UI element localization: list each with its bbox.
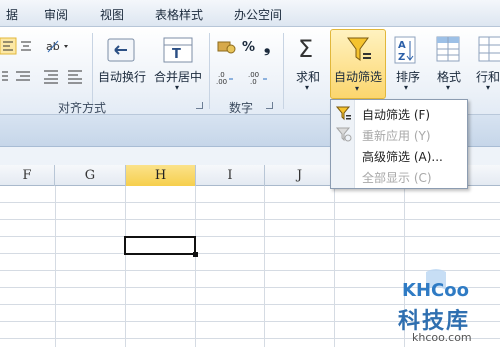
decimal-increase-decrease-icon[interactable]: .0 .00 .00 .0 bbox=[216, 69, 276, 87]
tab-office-space[interactable]: 办公空间 bbox=[234, 6, 282, 23]
tab-table-style[interactable]: 表格样式 bbox=[155, 6, 203, 23]
autofilter-button[interactable]: 自动筛选 ▾ bbox=[330, 29, 386, 99]
indent-decrease-increase-icon[interactable] bbox=[42, 69, 86, 85]
indent-icons[interactable] bbox=[0, 69, 34, 85]
format-dropdown-arrow[interactable]: ▾ bbox=[446, 83, 450, 92]
tab-review[interactable]: 审阅 bbox=[44, 6, 68, 23]
currency-icon[interactable] bbox=[216, 39, 238, 55]
sum-icon[interactable]: Σ bbox=[298, 35, 313, 63]
watermark-url: khcoo.com bbox=[412, 331, 472, 344]
tab-data[interactable]: 据 bbox=[6, 6, 18, 23]
column-header-G[interactable]: G bbox=[55, 165, 126, 186]
ribbon-tab-bar: 据 审阅 视图 表格样式 办公空间 bbox=[0, 0, 500, 27]
format-icon[interactable] bbox=[435, 35, 463, 65]
autofilter-label: 自动筛选 bbox=[334, 70, 383, 84]
menu-item-advanced-filter[interactable]: 高级筛选 (A)... bbox=[331, 146, 467, 165]
sort-dropdown-arrow[interactable]: ▾ bbox=[404, 83, 408, 92]
merge-center-icon[interactable]: T bbox=[163, 37, 193, 63]
menu-item-autofilter[interactable]: 自动筛选 (F) bbox=[331, 104, 467, 123]
fill-handle[interactable] bbox=[193, 252, 198, 257]
align-left-icon[interactable] bbox=[0, 37, 34, 55]
group-label-alignment: 对齐方式 bbox=[58, 101, 107, 115]
watermark-logo-text: KHCoo bbox=[402, 280, 469, 301]
percent-button[interactable]: % bbox=[242, 40, 255, 55]
comma-style-button[interactable]: ❟ bbox=[264, 37, 270, 57]
wrap-text-icon[interactable] bbox=[107, 38, 135, 62]
svg-text:.0: .0 bbox=[250, 78, 257, 86]
column-header-H[interactable]: H bbox=[126, 165, 196, 186]
rows-columns-dropdown-arrow[interactable]: ▾ bbox=[486, 83, 490, 92]
group-label-number: 数字 bbox=[229, 101, 254, 115]
autofilter-menu: 自动筛选 (F) 重新应用 (Y) 高级筛选 (A)... 全部显示 (C) bbox=[330, 99, 468, 189]
rows-columns-icon[interactable] bbox=[477, 35, 500, 65]
svg-text:T: T bbox=[172, 47, 181, 62]
svg-text:Z: Z bbox=[398, 52, 405, 63]
wrap-text-button[interactable]: 自动换行 bbox=[98, 68, 146, 85]
autofilter-dropdown-arrow: ▾ bbox=[355, 84, 360, 93]
funnel-icon bbox=[347, 37, 371, 61]
orientation-icon[interactable]: ab bbox=[44, 37, 72, 55]
funnel-icon bbox=[336, 106, 351, 121]
tab-view[interactable]: 视图 bbox=[100, 6, 124, 23]
column-header-J[interactable]: J bbox=[265, 165, 335, 186]
svg-text:.00: .00 bbox=[216, 78, 227, 86]
merge-center-dropdown[interactable]: ▾ bbox=[175, 83, 179, 92]
alignment-dialog-launcher[interactable] bbox=[196, 102, 203, 109]
watermark-logo: KHCoo bbox=[402, 269, 469, 301]
column-header-F[interactable]: F bbox=[0, 165, 55, 186]
menu-item-reapply[interactable]: 重新应用 (Y) bbox=[331, 125, 467, 144]
reapply-filter-icon bbox=[336, 127, 352, 142]
active-cell[interactable] bbox=[124, 236, 198, 257]
sum-dropdown-arrow[interactable]: ▾ bbox=[305, 83, 309, 92]
svg-text:A: A bbox=[398, 40, 406, 51]
menu-item-show-all[interactable]: 全部显示 (C) bbox=[331, 167, 467, 186]
number-dialog-launcher[interactable] bbox=[266, 102, 273, 109]
sort-icon[interactable]: A Z bbox=[393, 35, 419, 65]
column-header-I[interactable]: I bbox=[196, 165, 265, 186]
